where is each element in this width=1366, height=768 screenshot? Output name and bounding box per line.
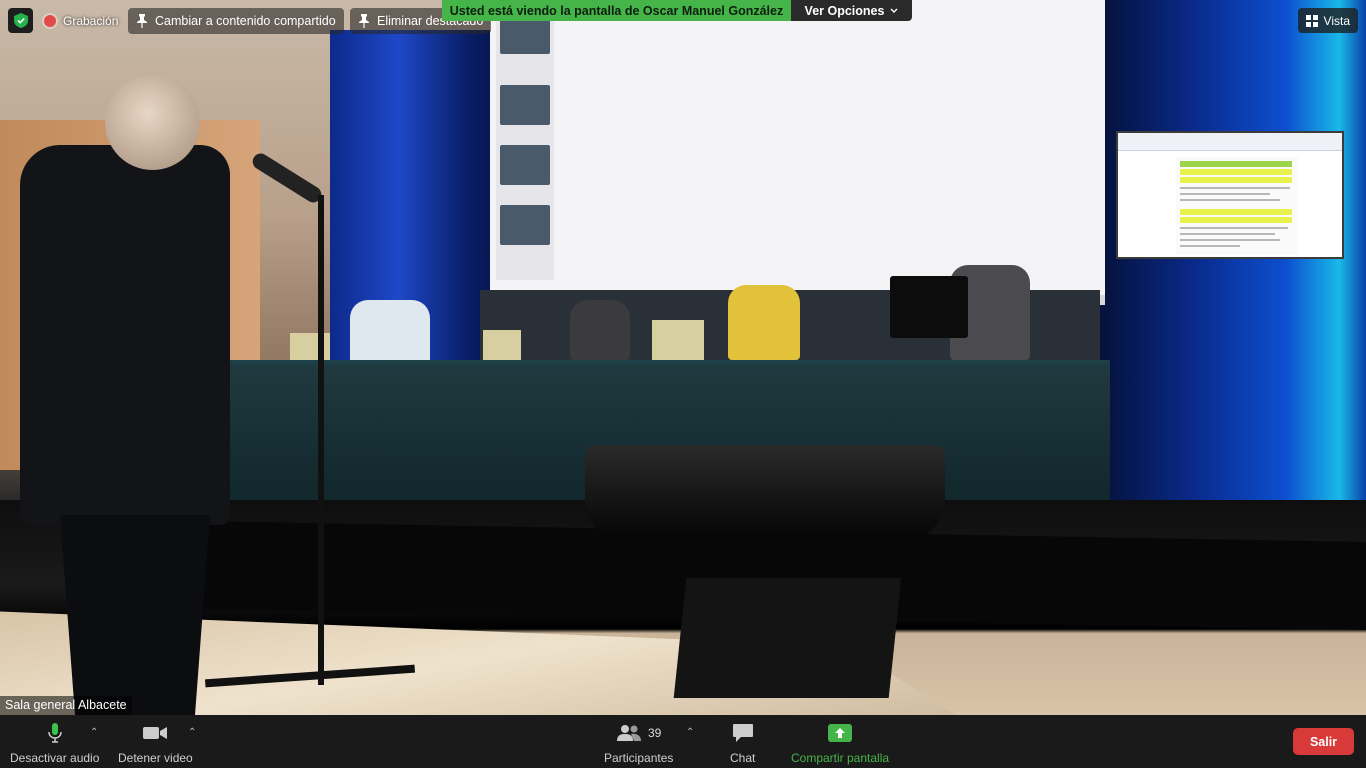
mute-label: Desactivar audio [10,751,100,765]
participants-label: Participantes [604,751,674,765]
shared-document-thumbnail [1116,131,1344,259]
microphone-icon [47,721,63,744]
pin-icon [137,14,147,28]
video-options-caret-icon[interactable]: ⌃ [188,727,196,738]
grid-icon [1305,14,1318,27]
laptop [483,330,521,362]
participants-options-caret-icon[interactable]: ⌃ [686,727,694,738]
share-screen-label: Compartir pantalla [791,751,890,765]
switch-content-label: Cambiar a contenido compartido [155,14,336,28]
audio-options-caret-icon[interactable]: ⌃ [90,727,98,738]
projected-thumbnails [496,10,554,280]
stop-video-label: Detener video [118,751,193,765]
recording-indicator[interactable]: Grabación [36,8,126,33]
chevron-down-icon [890,8,898,13]
microphone-stand [318,195,324,685]
share-screen-icon [828,721,853,744]
view-button[interactable]: Vista [1297,8,1358,33]
microphone [249,150,325,206]
panelist [350,300,430,365]
participant-name-label: Sala general Albacete [0,696,132,715]
stage-speaker [585,445,945,540]
chat-button[interactable]: Chat [730,721,755,765]
shield-check-icon[interactable] [8,8,33,33]
participants-icon [617,724,641,741]
meeting-toolbar: Desactivar audio ⌃ Detener video ⌃ 39 Pa… [0,715,1366,768]
floor-monitor [673,578,902,698]
laptop-dark [890,276,968,338]
panelist [570,300,630,360]
mute-button[interactable]: Desactivar audio [10,721,99,765]
video-camera-icon [142,721,168,744]
projection-screen [490,0,1105,305]
leave-meeting-button[interactable]: Salir [1293,728,1354,755]
screen-share-banner: Usted está viendo la pantalla de Oscar M… [442,0,912,21]
view-options-button[interactable]: Ver Opciones [791,0,912,21]
share-screen-button[interactable]: Compartir pantalla [791,721,889,765]
participants-count: 39 [648,725,662,740]
record-dot-icon [44,14,56,27]
document-page [1176,157,1298,255]
share-banner-message: Usted está viendo la pantalla de Oscar M… [442,0,791,21]
document-ribbon [1118,133,1342,151]
view-options-label: Ver Opciones [804,3,885,18]
participants-button[interactable]: 39 Participantes [604,721,673,765]
switch-to-shared-content-button[interactable]: Cambiar a contenido compartido [128,8,344,34]
laptop [290,333,330,363]
pin-icon [359,14,369,28]
stop-video-button[interactable]: Detener video [118,721,193,765]
chat-bubble-icon [732,721,754,744]
video-stage [0,0,1366,715]
view-label: Vista [1323,13,1350,28]
panelist [728,285,800,360]
recording-label: Grabación [63,13,119,28]
chat-label: Chat [730,751,756,765]
laptop [652,320,704,360]
standing-person [20,75,230,715]
